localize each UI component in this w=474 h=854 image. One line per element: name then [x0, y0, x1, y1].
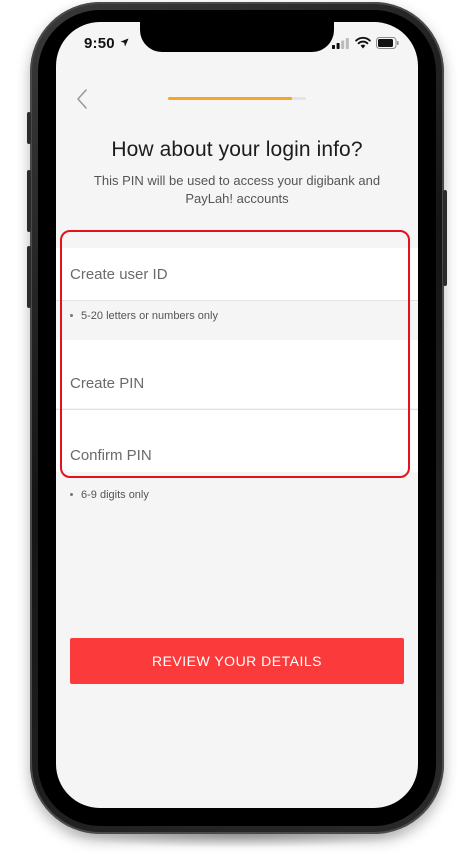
battery-icon — [376, 37, 399, 49]
app-screen: 9:50 How about your login info? This PIN… — [56, 22, 418, 808]
page-subtitle: This PIN will be used to access your dig… — [93, 173, 381, 206]
user-id-hint-text: 5-20 letters or numbers only — [81, 310, 218, 322]
wifi-icon — [355, 36, 371, 49]
create-pin-field-row — [56, 340, 418, 408]
pin-hint-text: 6-9 digits only — [81, 489, 149, 501]
user-id-input[interactable] — [70, 248, 404, 300]
confirm-pin-field-row — [56, 410, 418, 480]
cellular-signal-icon — [332, 38, 349, 49]
location-arrow-icon — [120, 38, 129, 47]
bullet-icon — [70, 492, 73, 496]
pin-hint: 6-9 digits only — [70, 489, 149, 501]
field-divider — [56, 300, 418, 301]
page-title: How about your login info? — [111, 138, 363, 161]
notch — [140, 22, 334, 52]
status-time: 9:50 — [84, 35, 115, 52]
phone-mockup: 9:50 How about your login info? This PIN… — [0, 0, 474, 854]
user-id-hint: 5-20 letters or numbers only — [70, 310, 218, 322]
volume-up-button — [27, 170, 31, 232]
onboarding-progress-bar — [168, 97, 306, 100]
chevron-left-icon[interactable] — [72, 86, 94, 112]
silent-switch — [27, 112, 31, 144]
bullet-icon — [70, 313, 73, 317]
volume-down-button — [27, 246, 31, 308]
create-pin-input[interactable] — [70, 358, 404, 408]
power-button — [443, 190, 447, 286]
onboarding-progress-fill — [168, 97, 293, 100]
confirm-pin-input[interactable] — [70, 430, 404, 480]
user-id-field-row — [56, 248, 418, 300]
review-details-button[interactable]: REVIEW YOUR DETAILS — [70, 638, 404, 684]
